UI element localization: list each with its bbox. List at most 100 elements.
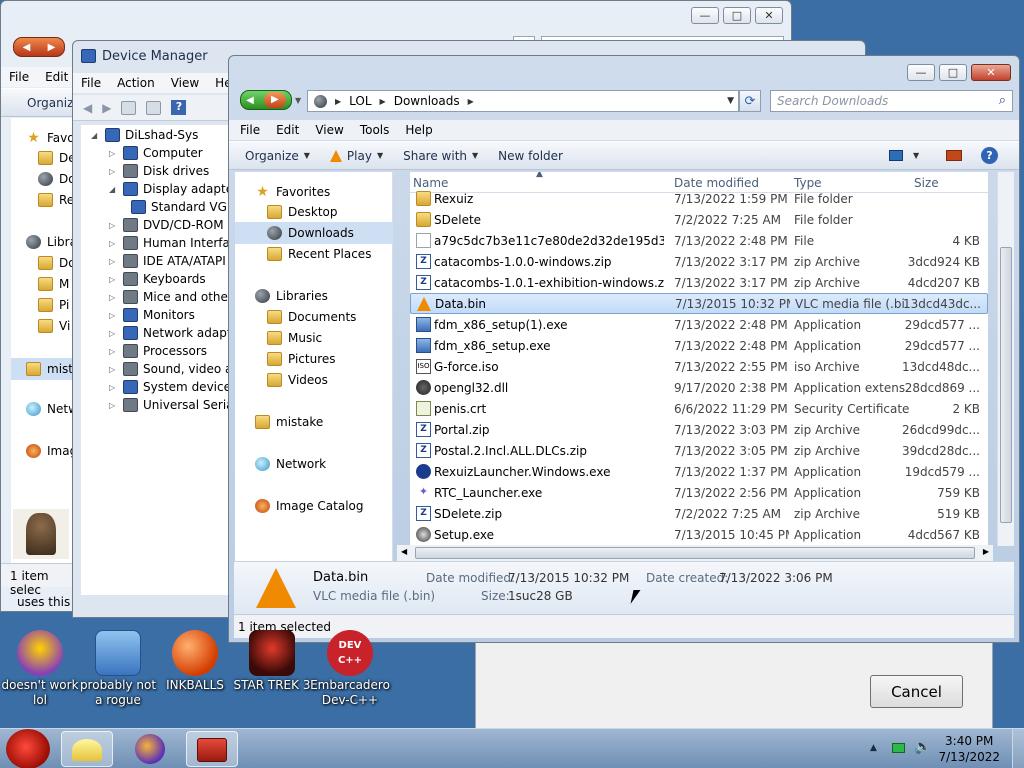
forward-icon[interactable]: ▶ — [102, 101, 111, 115]
file-row[interactable]: penis.crt 6/6/2022 11:29 PM Security Certi… — [410, 398, 988, 419]
back-forward-buttons[interactable]: ◀ ▶ — [13, 37, 65, 57]
nav-item-desktop[interactable]: De — [38, 151, 76, 165]
menu-view[interactable]: View — [307, 123, 351, 137]
tree-item-keyboards[interactable]: ▷ Keyboards — [109, 272, 206, 286]
refresh-button[interactable]: ⟳ — [739, 90, 761, 112]
nav-item-recent[interactable]: Re — [38, 193, 74, 207]
new-folder-button[interactable]: New folder — [488, 149, 573, 163]
tree-item-network-adapters[interactable]: ▷ Network adapte — [109, 326, 239, 340]
show-hide-icon[interactable] — [146, 100, 162, 115]
tree-item-dvd-cdrom[interactable]: ▷ DVD/CD-ROM d — [109, 218, 235, 232]
show-desktop-button[interactable] — [1012, 729, 1024, 768]
file-row[interactable]: ISO G-force.iso 7/13/2022 2:55 PM iso Archi… — [410, 356, 988, 377]
file-row[interactable]: Rexuiz 7/13/2022 1:59 PM File folder — [410, 188, 988, 209]
nav-item-documents[interactable]: Do — [38, 256, 76, 270]
nav-item-videos[interactable]: Videos — [267, 373, 328, 387]
scroll-right-icon[interactable]: ▶ — [983, 547, 989, 556]
minimize-button[interactable]: — — [691, 7, 719, 24]
nav-item-pictures[interactable]: Pi — [38, 298, 69, 312]
tree-item-monitors[interactable]: ▷ Monitors — [109, 308, 195, 322]
breadcrumb-downloads[interactable]: Downloads — [394, 94, 460, 108]
help-button[interactable]: ? — [981, 147, 998, 164]
share-with-button[interactable]: Share with ▼ — [393, 149, 488, 163]
maximize-button[interactable]: □ — [723, 7, 751, 24]
close-button[interactable]: ✕ — [971, 64, 1011, 81]
breadcrumb-lol[interactable]: LOL — [349, 94, 371, 108]
nav-item-libraries[interactable]: Libraries — [255, 289, 328, 303]
desktop-icon-inkballs[interactable]: INKBALLS — [155, 630, 235, 693]
tree-item-processors[interactable]: ▷ Processors — [109, 344, 207, 358]
tree-item-disk-drives[interactable]: ▷ Disk drives — [109, 164, 209, 178]
taskbar-button-firefox[interactable] — [124, 731, 176, 767]
tree-item-mice[interactable]: ▷ Mice and other — [109, 290, 233, 304]
nav-item-downloads[interactable]: Do — [38, 172, 76, 186]
nav-item-network[interactable]: Netw — [26, 402, 78, 416]
nav-item-mistake[interactable]: mistake — [255, 415, 323, 429]
file-row[interactable]: SDelete 7/2/2022 7:25 AM File folder — [410, 209, 988, 230]
nav-item-mistake[interactable]: mist — [11, 358, 73, 380]
file-row[interactable]: Z SDelete.zip 7/2/2022 7:25 AM zip Archive 5… — [410, 503, 988, 524]
nav-item-music[interactable]: M — [38, 277, 69, 291]
menu-edit[interactable]: Edit — [37, 70, 76, 84]
cancel-button[interactable]: Cancel — [870, 675, 963, 708]
nav-item-favorites[interactable]: ★ Favorites — [255, 184, 330, 200]
nav-item-recent-places[interactable]: Recent Places — [267, 247, 371, 261]
scrollbar-thumb[interactable] — [1000, 247, 1012, 523]
horizontal-scroll-thumb[interactable] — [415, 547, 975, 559]
volume-icon[interactable]: 🔈 — [914, 739, 931, 755]
tree-item-ide-ata[interactable]: ▷ IDE ATA/ATAPI — [109, 254, 226, 268]
file-row[interactable]: fdm_x86_setup(1).exe 7/13/2022 2:48 PM App… — [410, 314, 988, 335]
desktop-icon-star-trek-3[interactable]: STAR TREK 3 — [232, 630, 312, 693]
taskbar-button-explorer[interactable] — [61, 731, 113, 767]
nav-item-libraries[interactable]: Libra — [26, 235, 77, 249]
tree-item-human-interface[interactable]: ▷ Human Interface — [109, 236, 244, 250]
nav-item-image-catalog[interactable]: Imag — [26, 444, 77, 458]
menu-view[interactable]: View — [163, 76, 207, 90]
nav-item-downloads[interactable]: Downloads — [235, 222, 393, 244]
forward-button[interactable]: ▶ — [263, 92, 286, 108]
preview-pane-button[interactable] — [946, 150, 962, 161]
desktop-icon-yahoo-messenger[interactable]: doesn't work lol — [0, 630, 80, 708]
search-box[interactable]: Search Downloads ⌕ — [770, 90, 1013, 112]
tree-item-system-devices[interactable]: ▷ System devices — [109, 380, 237, 394]
menu-help[interactable]: Help — [397, 123, 440, 137]
change-view-button[interactable]: ▼ — [889, 150, 919, 161]
nav-item-desktop[interactable]: Desktop — [267, 205, 338, 219]
file-row[interactable]: Z Portal.zip 7/13/2022 3:03 PM zip Archive 2… — [410, 419, 988, 440]
menu-edit[interactable]: Edit — [268, 123, 307, 137]
address-dropdown-icon[interactable]: ▼ — [727, 96, 734, 106]
show-hidden-icons-icon[interactable]: ▲ — [870, 743, 877, 753]
vertical-scrollbar[interactable] — [997, 172, 1014, 546]
minimize-button[interactable]: — — [907, 64, 935, 81]
nav-item-network[interactable]: Network — [255, 457, 326, 471]
file-row[interactable]: Zcatacombs-1.0.0-windows.zip 7/13/2022 3:… — [410, 251, 988, 272]
menu-tools[interactable]: Tools — [352, 123, 398, 137]
play-button[interactable]: Play ▼ — [320, 149, 393, 163]
nav-item-image-catalog[interactable]: Image Catalog — [255, 499, 363, 513]
menu-action[interactable]: Action — [109, 76, 163, 90]
menu-file[interactable]: File — [73, 76, 109, 90]
properties-icon[interactable] — [121, 100, 137, 115]
nav-item-favorites[interactable]: ★ Favo — [26, 130, 74, 146]
close-button[interactable]: ✕ — [755, 7, 783, 24]
organize-button[interactable]: Organize ▼ — [235, 149, 320, 163]
scroll-left-icon[interactable]: ◀ — [401, 547, 407, 556]
start-button[interactable] — [6, 729, 50, 768]
file-row[interactable]: Z Postal.2.Incl.ALL.DLCs.zip 7/13/2022 3:0… — [410, 440, 988, 461]
file-row[interactable]: fdm_x86_setup.exe 7/13/2022 2:48 PM Applic… — [410, 335, 988, 356]
file-row[interactable]: Zcatacombs-1.0.1-exhibition-windows.zip 7… — [410, 272, 988, 293]
maximize-button[interactable]: □ — [939, 64, 967, 81]
file-row[interactable]: Data.bin 7/13/2015 10:32 PM VLC media file… — [410, 293, 988, 314]
address-bar[interactable]: ▶ LOL ▶ Downloads ▶ ▼ — [307, 90, 739, 112]
back-icon[interactable]: ◀ — [83, 101, 92, 115]
file-row[interactable]: RexuizLauncher.Windows.exe 7/13/2022 1:37… — [410, 461, 988, 482]
desktop-icon-dev-cpp[interactable]: DEV C++ Embarcadero Dev-C++ — [310, 630, 390, 708]
tree-item-standard-vga[interactable]: Standard VG — [131, 200, 227, 214]
taskbar-clock[interactable]: 3:40 PM 7/13/2022 — [938, 733, 1000, 765]
recent-pages-dropdown-icon[interactable]: ▼ — [295, 96, 301, 105]
nav-item-videos[interactable]: Vi — [38, 319, 70, 333]
tree-item-sound-video[interactable]: ▷ Sound, video an — [109, 362, 240, 376]
nav-item-music[interactable]: Music — [267, 331, 322, 345]
tree-root[interactable]: ◢ DiLshad-Sys — [91, 128, 198, 142]
file-row[interactable]: ✦ RTC_Launcher.exe 7/13/2022 2:56 PM Applic… — [410, 482, 988, 503]
